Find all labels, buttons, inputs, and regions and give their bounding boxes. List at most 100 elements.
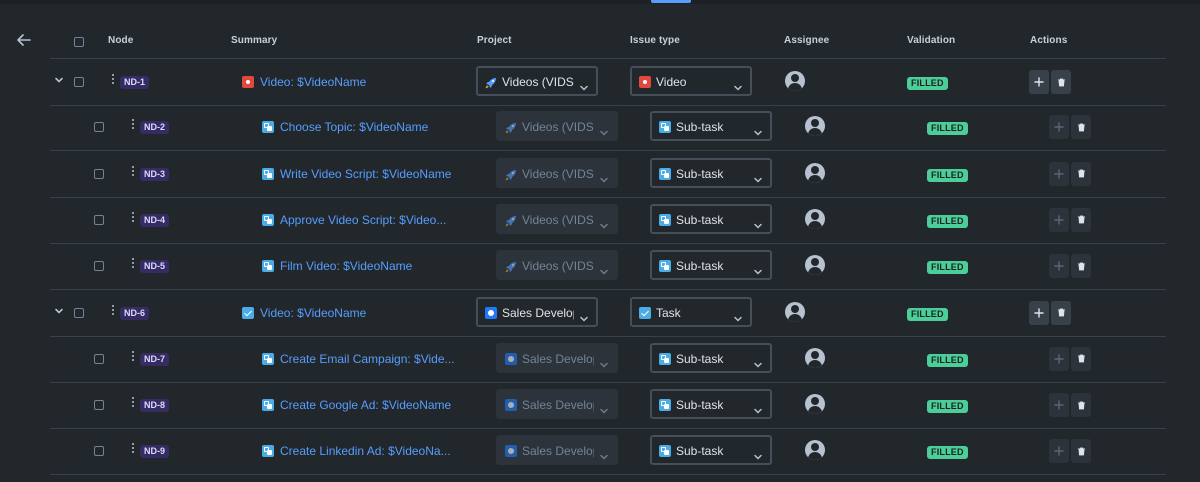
add-child-button[interactable]	[1029, 300, 1049, 325]
chevron-down-icon	[734, 309, 742, 322]
issue-type-select[interactable]: Sub-task	[650, 111, 772, 142]
issue-type-value: Video	[656, 75, 687, 89]
drag-handle-icon[interactable]	[131, 397, 135, 409]
drag-handle-icon[interactable]	[131, 165, 135, 178]
add-child-button[interactable]	[1049, 346, 1069, 371]
issue-summary-link[interactable]: Create Linkedin Ad: $VideoNa...	[280, 444, 451, 458]
subtask-icon	[262, 121, 274, 134]
subtask-icon	[659, 213, 671, 226]
project-select: Videos (VIDS)	[496, 203, 618, 234]
project-select[interactable]: Sales Development	[476, 296, 598, 327]
delete-button[interactable]	[1071, 115, 1091, 140]
rocket-icon	[505, 214, 517, 227]
issue-type-select[interactable]: Sub-task	[650, 435, 772, 466]
row-checkbox[interactable]	[94, 214, 104, 225]
subtask-icon	[262, 399, 274, 412]
drag-handle-icon[interactable]	[111, 304, 115, 317]
drag-handle-icon[interactable]	[131, 350, 135, 363]
assignee-avatar[interactable]	[785, 301, 805, 322]
issue-summary-link[interactable]: Approve Video Script: $Video...	[280, 213, 446, 227]
delete-button[interactable]	[1051, 70, 1071, 94]
delete-button[interactable]	[1071, 346, 1091, 371]
delete-button[interactable]	[1071, 393, 1091, 418]
issue-type-select[interactable]: Sub-task	[650, 203, 772, 234]
add-child-button[interactable]	[1049, 254, 1069, 279]
trash-icon	[1057, 78, 1066, 87]
chevron-down-icon	[754, 123, 762, 136]
assignee-avatar[interactable]	[805, 440, 825, 461]
issue-summary-link[interactable]: Create Email Campaign: $Vide...	[280, 352, 455, 366]
add-child-button[interactable]	[1049, 161, 1069, 186]
issue-type-value: Sub-task	[676, 398, 724, 413]
chevron-down-icon	[600, 401, 608, 414]
plus-icon	[1054, 168, 1064, 179]
issue-type-value: Sub-task	[676, 259, 724, 274]
row-checkbox[interactable]	[94, 446, 104, 457]
issue-summary-link[interactable]: Write Video Script: $VideoName	[280, 167, 451, 181]
issue-summary-link[interactable]: Video: $VideoName	[260, 306, 366, 320]
row-checkbox[interactable]	[94, 122, 104, 133]
chevron-down-icon	[754, 447, 762, 460]
drag-handle-icon[interactable]	[131, 258, 135, 270]
add-child-button[interactable]	[1049, 393, 1069, 418]
project-select-value: Sales Development	[522, 351, 594, 366]
chevron-down-icon[interactable]	[54, 303, 64, 314]
rocket-icon	[485, 76, 497, 89]
header-summary: Summary	[231, 35, 278, 46]
add-child-button[interactable]	[1049, 115, 1069, 140]
issue-summary-link[interactable]: Film Video: $VideoName	[280, 259, 412, 273]
add-child-button[interactable]	[1049, 439, 1069, 464]
issue-type-value: Sub-task	[676, 212, 724, 227]
drag-handle-icon[interactable]	[131, 443, 135, 455]
table-row: ND-8 Create Google Ad: $VideoName Sales De…	[50, 382, 1166, 430]
issue-type-value: Sub-task	[676, 120, 724, 135]
assignee-avatar[interactable]	[785, 71, 805, 91]
plus-icon	[1054, 215, 1064, 225]
issue-summary-link[interactable]: Video: $VideoName	[260, 75, 366, 89]
rocket-icon	[505, 260, 517, 273]
drag-handle-icon[interactable]	[131, 119, 135, 131]
delete-button[interactable]	[1071, 439, 1091, 464]
add-child-button[interactable]	[1049, 207, 1069, 232]
issue-type-select[interactable]: Sub-task	[650, 157, 772, 188]
drag-handle-icon[interactable]	[131, 211, 135, 224]
assignee-avatar[interactable]	[805, 255, 825, 276]
issue-key: ND-8	[140, 399, 170, 413]
assignee-avatar[interactable]	[805, 208, 825, 229]
delete-button[interactable]	[1071, 207, 1091, 232]
delete-button[interactable]	[1071, 254, 1091, 279]
issue-type-select[interactable]: Sub-task	[650, 342, 772, 373]
subtask-icon	[262, 445, 274, 458]
issue-type-select[interactable]: Sub-task	[650, 389, 772, 420]
issue-type-select[interactable]: Sub-task	[650, 250, 772, 281]
issue-key: ND-3	[140, 167, 170, 181]
chevron-down-icon	[600, 355, 608, 368]
row-checkbox[interactable]	[94, 353, 104, 364]
issue-type-select[interactable]: Video	[630, 66, 752, 96]
top-tab-bar	[0, 0, 1200, 4]
row-checkbox[interactable]	[94, 400, 104, 411]
select-all-checkbox[interactable]	[74, 37, 84, 47]
chevron-down-icon[interactable]	[54, 72, 64, 83]
issue-type-select[interactable]: Task	[630, 296, 752, 327]
issue-summary-link[interactable]: Create Google Ad: $VideoName	[280, 398, 451, 412]
row-checkbox[interactable]	[74, 77, 84, 87]
add-child-button[interactable]	[1029, 70, 1049, 94]
assignee-avatar[interactable]	[805, 116, 825, 137]
assignee-avatar[interactable]	[805, 162, 825, 183]
delete-button[interactable]	[1071, 161, 1091, 186]
delete-button[interactable]	[1051, 300, 1071, 325]
chevron-down-icon	[754, 216, 762, 229]
project-select[interactable]: Videos (VIDS)	[476, 66, 598, 96]
row-checkbox[interactable]	[94, 168, 104, 179]
row-checkbox[interactable]	[74, 307, 84, 318]
issue-key: ND-6	[120, 306, 150, 320]
issue-summary-link[interactable]: Choose Topic: $VideoName	[280, 120, 428, 134]
trash-icon	[1077, 123, 1086, 132]
chevron-down-icon	[734, 78, 742, 91]
assignee-avatar[interactable]	[805, 347, 825, 368]
subtask-icon	[659, 445, 671, 458]
drag-handle-icon[interactable]	[111, 74, 115, 86]
assignee-avatar[interactable]	[805, 394, 825, 415]
row-checkbox[interactable]	[94, 261, 104, 272]
